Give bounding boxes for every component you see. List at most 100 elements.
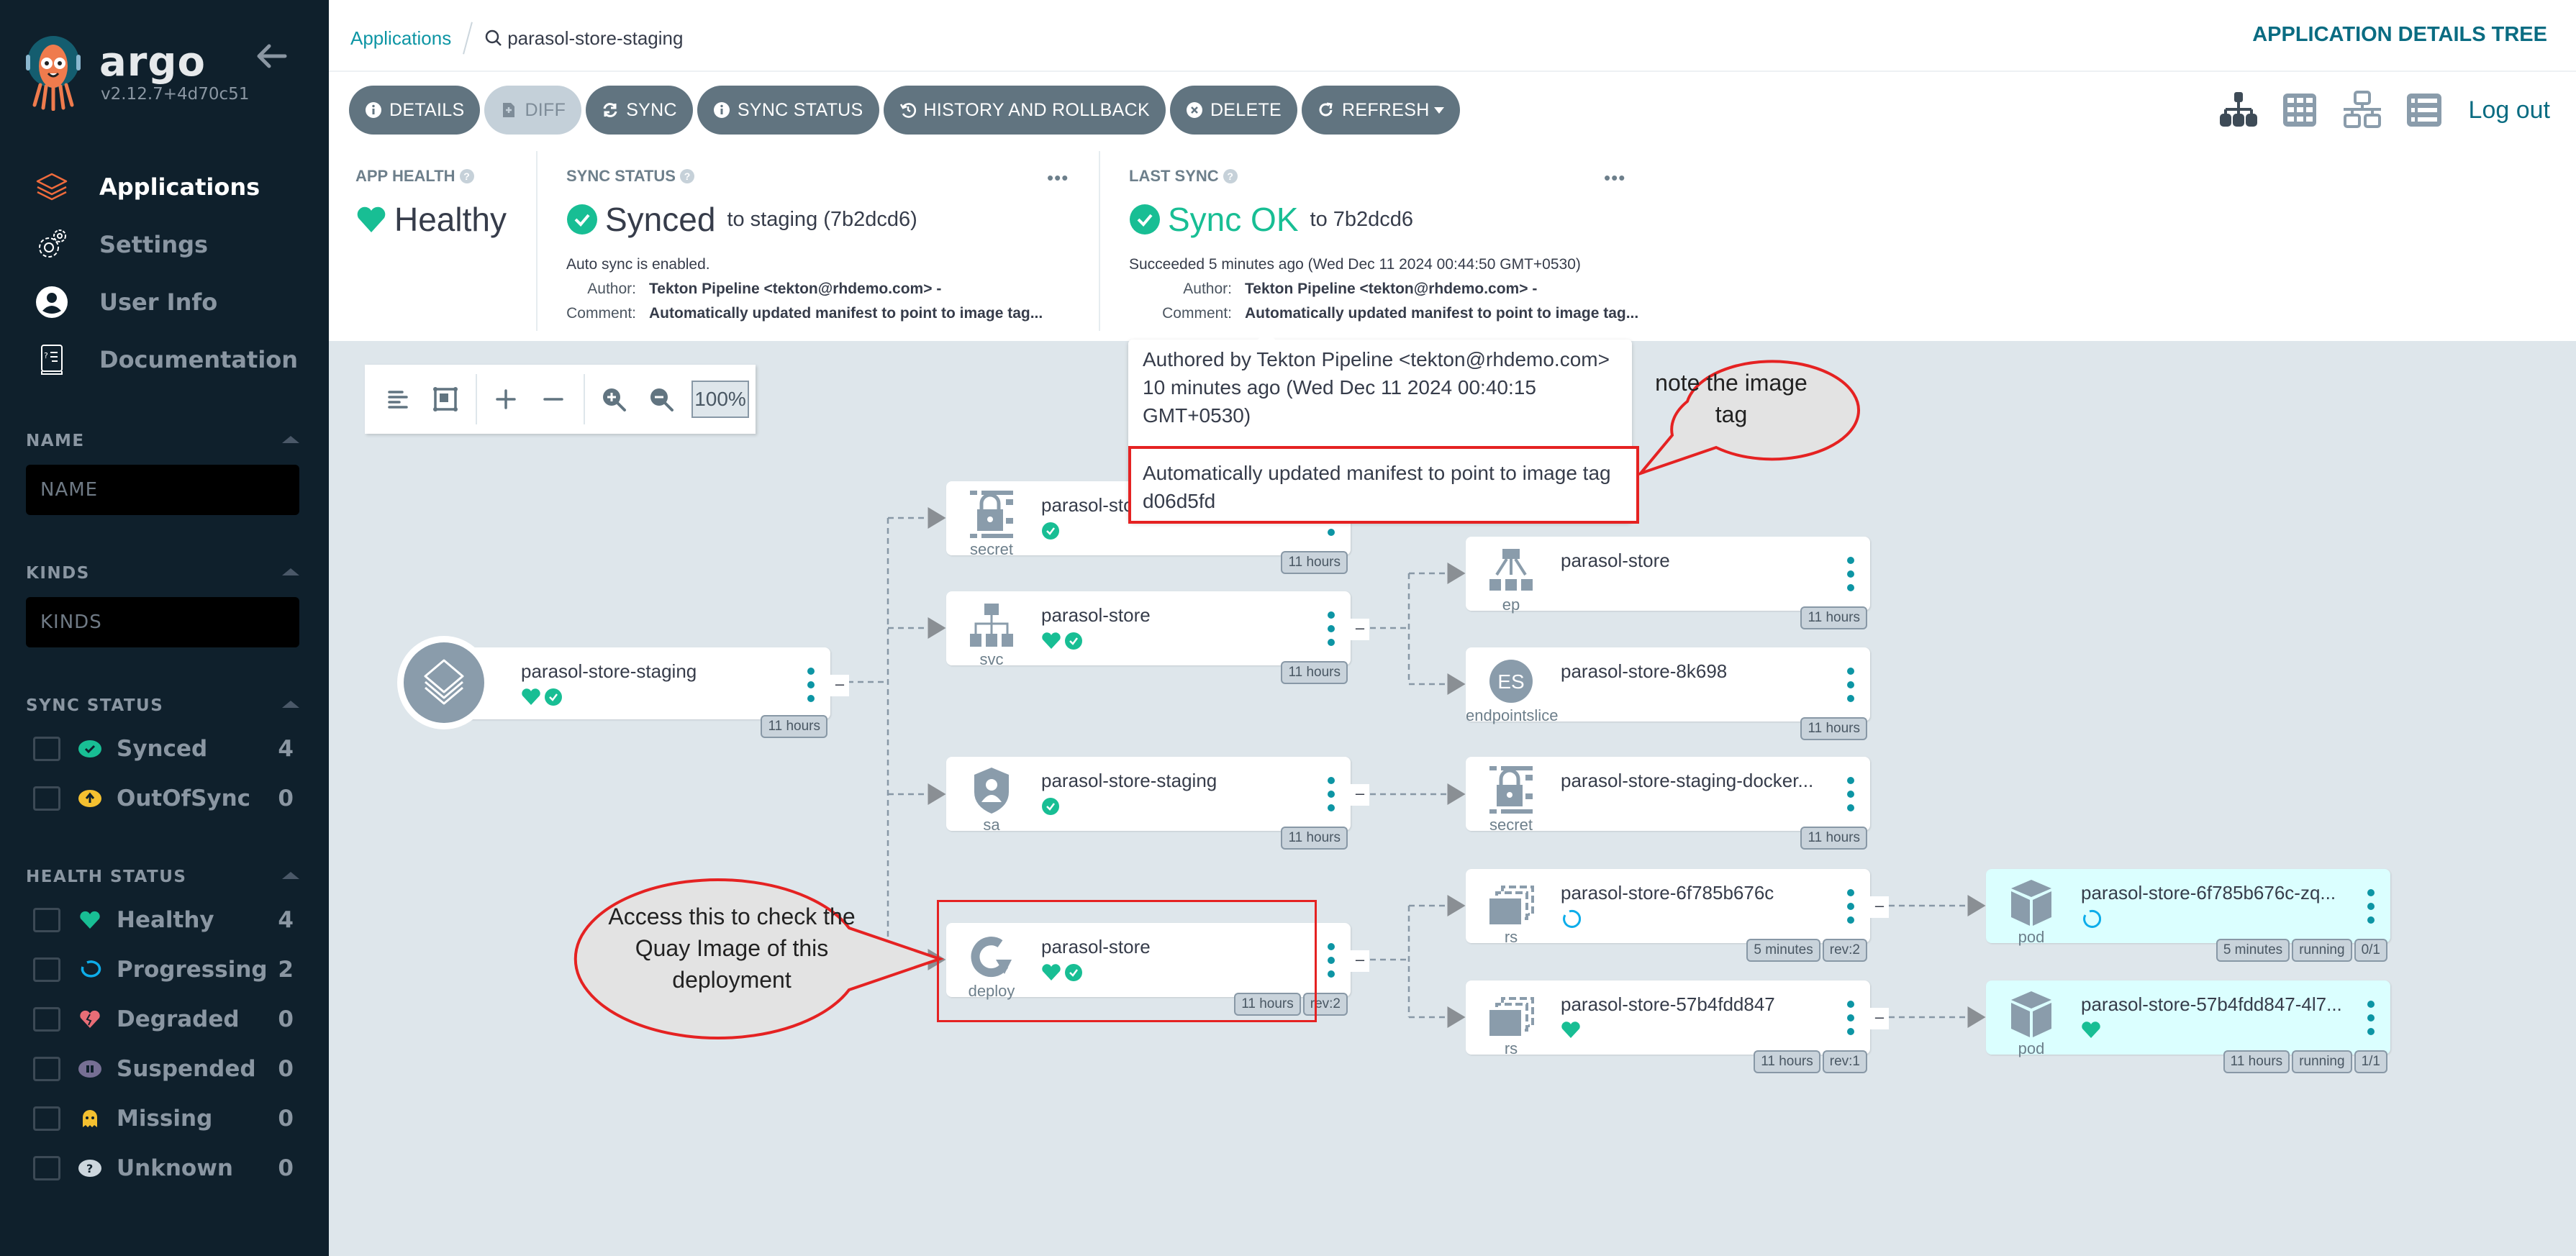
- node-menu-kebab[interactable]: [807, 668, 816, 702]
- tree-node-pod1[interactable]: pod parasol-store-6f785b676c-zq... 5 minut…: [1986, 869, 2390, 962]
- tree-node-es[interactable]: ES endpointslice parasol-store-8k698 11 hou…: [1466, 647, 1870, 740]
- filter-synced[interactable]: Synced 4: [26, 724, 299, 773]
- node-menu-kebab[interactable]: [1847, 557, 1856, 591]
- collapse-sidebar-arrow-icon[interactable]: [256, 40, 288, 72]
- checkbox[interactable]: [33, 1056, 60, 1081]
- sync-button[interactable]: SYNC: [586, 86, 693, 135]
- collapse-toggle[interactable]: –: [1870, 1008, 1889, 1029]
- zoom-out-icon[interactable]: [644, 382, 679, 417]
- filter-outofsync[interactable]: OutOfSync 0: [26, 773, 299, 823]
- collapse-toggle[interactable]: –: [1351, 784, 1369, 806]
- last-sync-value: Sync OK: [1168, 201, 1299, 238]
- checkbox[interactable]: [33, 907, 60, 932]
- sync-status-button[interactable]: SYNC STATUS: [697, 86, 879, 135]
- breadcrumb-applications-link[interactable]: Applications: [350, 27, 451, 50]
- sidebar-item-settings[interactable]: Settings: [0, 216, 329, 273]
- help-icon[interactable]: ?: [459, 169, 474, 183]
- filter-progressing[interactable]: Progressing 2: [26, 945, 299, 994]
- checkbox[interactable]: [33, 736, 60, 761]
- node-menu-kebab[interactable]: [1328, 943, 1336, 978]
- name-filter-input[interactable]: [26, 465, 299, 515]
- sidebar-item-applications[interactable]: Applications: [0, 158, 329, 216]
- tree-node-secret2[interactable]: secret parasol-store-staging-docker... 11 …: [1466, 757, 1870, 850]
- collapse-toggle[interactable]: –: [1351, 619, 1369, 640]
- expand-all-icon[interactable]: [489, 382, 523, 417]
- checkbox[interactable]: [33, 786, 60, 811]
- heart-icon: [1042, 964, 1061, 980]
- node-menu-kebab[interactable]: [1847, 668, 1856, 702]
- node-name: parasol-store: [1561, 550, 1670, 571]
- check-circle-icon: [567, 204, 597, 235]
- pods-view-icon[interactable]: [2280, 91, 2321, 129]
- node-menu-kebab[interactable]: [1847, 889, 1856, 924]
- tree-node-sa[interactable]: sa parasol-store-staging –11 hours: [946, 757, 1369, 850]
- check-circle-icon: [1130, 204, 1160, 235]
- node-menu-kebab[interactable]: [1847, 777, 1856, 811]
- node-menu-kebab[interactable]: [1328, 611, 1336, 646]
- refresh-button[interactable]: REFRESH: [1302, 86, 1460, 135]
- more-options-icon[interactable]: •••: [1047, 167, 1069, 189]
- checkbox[interactable]: [33, 1006, 60, 1032]
- collapse-all-icon[interactable]: [536, 382, 571, 417]
- collapse-caret-icon[interactable]: [282, 568, 299, 575]
- more-options-icon[interactable]: •••: [1604, 167, 1625, 189]
- list-view-icon[interactable]: [2404, 91, 2444, 129]
- button-label: DELETE: [1210, 99, 1282, 120]
- filter-unknown[interactable]: ? Unknown 0: [26, 1143, 299, 1193]
- checkbox[interactable]: [33, 1106, 60, 1131]
- tree-node-root[interactable]: parasol-store-staging – 11 hours: [432, 647, 849, 738]
- collapse-caret-icon[interactable]: [282, 701, 299, 708]
- align-left-icon[interactable]: [381, 382, 415, 417]
- tree-node-pod2[interactable]: pod parasol-store-57b4fdd847-4l7... 11 hou…: [1986, 980, 2390, 1073]
- node-name: parasol-store-staging: [521, 660, 697, 682]
- node-menu-kebab[interactable]: [1847, 1001, 1856, 1035]
- details-button[interactable]: DETAILS: [349, 86, 481, 135]
- collapse-toggle[interactable]: –: [1870, 896, 1889, 918]
- collapse-toggle[interactable]: –: [830, 675, 849, 696]
- tree-node-deploy[interactable]: deploy parasol-store –11 hours rev:2: [946, 923, 1369, 1016]
- node-tag: 11 hours: [1800, 717, 1867, 740]
- node-menu-kebab[interactable]: [2367, 889, 2376, 924]
- sidebar-item-user-info[interactable]: User Info: [0, 273, 329, 331]
- kinds-filter-input[interactable]: [26, 597, 299, 647]
- history-and-rollback-button[interactable]: HISTORY AND ROLLBACK: [883, 86, 1166, 135]
- filter-suspended[interactable]: Suspended 0: [26, 1044, 299, 1093]
- last-sync-comment[interactable]: Automatically updated manifest to point …: [1245, 305, 1638, 322]
- tree-node-rs1[interactable]: rs parasol-store-6f785b676c –5 minutes rev:…: [1466, 869, 1889, 962]
- action-buttons: DETAILS DIFF SYNC SYNC STATUS HISTORY AN…: [349, 86, 1460, 135]
- diff-button[interactable]: DIFF: [484, 86, 582, 135]
- sync-author: Tekton Pipeline <tekton@rhdemo.com> -: [649, 281, 942, 297]
- node-menu-kebab[interactable]: [2367, 1001, 2376, 1035]
- sidebar-item-documentation[interactable]: ? Documentation: [0, 331, 329, 388]
- node-tag: 11 hours: [1281, 661, 1348, 684]
- zoom-in-icon[interactable]: [597, 382, 631, 417]
- help-icon[interactable]: ?: [1223, 169, 1238, 183]
- node-tags: 5 minutes rev:2: [1746, 939, 1867, 962]
- tree-view-icon[interactable]: [2218, 91, 2259, 129]
- checkbox[interactable]: [33, 1155, 60, 1180]
- tree-node-ep[interactable]: ep parasol-store 11 hours: [1466, 537, 1870, 629]
- collapse-toggle[interactable]: –: [1351, 950, 1369, 972]
- help-icon[interactable]: ?: [679, 169, 694, 183]
- network-view-icon[interactable]: [2342, 91, 2382, 129]
- sync-author-row: Author: Tekton Pipeline <tekton@rhdemo.c…: [532, 281, 1070, 298]
- node-menu-kebab[interactable]: [1328, 777, 1336, 811]
- tree-node-rs2[interactable]: rs parasol-store-57b4fdd847–11 hours rev:1: [1466, 980, 1889, 1073]
- breadcrumb-current[interactable]: parasol-store-staging: [484, 27, 683, 50]
- filter-degraded[interactable]: Degraded 0: [26, 994, 299, 1044]
- node-tag: 11 hours: [1800, 827, 1867, 850]
- node-kind: pod: [2018, 1039, 2045, 1057]
- application-icon[interactable]: [397, 636, 491, 729]
- filter-healthy[interactable]: Healthy 4: [26, 895, 299, 945]
- sync-comment[interactable]: Automatically updated manifest to point …: [649, 305, 1043, 322]
- checkbox[interactable]: [33, 957, 60, 982]
- logout-link[interactable]: Log out: [2469, 96, 2550, 124]
- delete-button[interactable]: DELETE: [1169, 86, 1298, 135]
- fit-to-screen-icon[interactable]: [428, 382, 463, 417]
- collapse-caret-icon[interactable]: [282, 872, 299, 879]
- last-sync-comment-row: Comment: Automatically updated manifest …: [1128, 305, 1647, 322]
- node-tags: 11 hours rev:2: [1234, 993, 1348, 1016]
- collapse-caret-icon[interactable]: [282, 436, 299, 443]
- filter-missing[interactable]: Missing 0: [26, 1093, 299, 1143]
- tree-node-svc[interactable]: svc parasol-store –11 hours: [946, 591, 1369, 684]
